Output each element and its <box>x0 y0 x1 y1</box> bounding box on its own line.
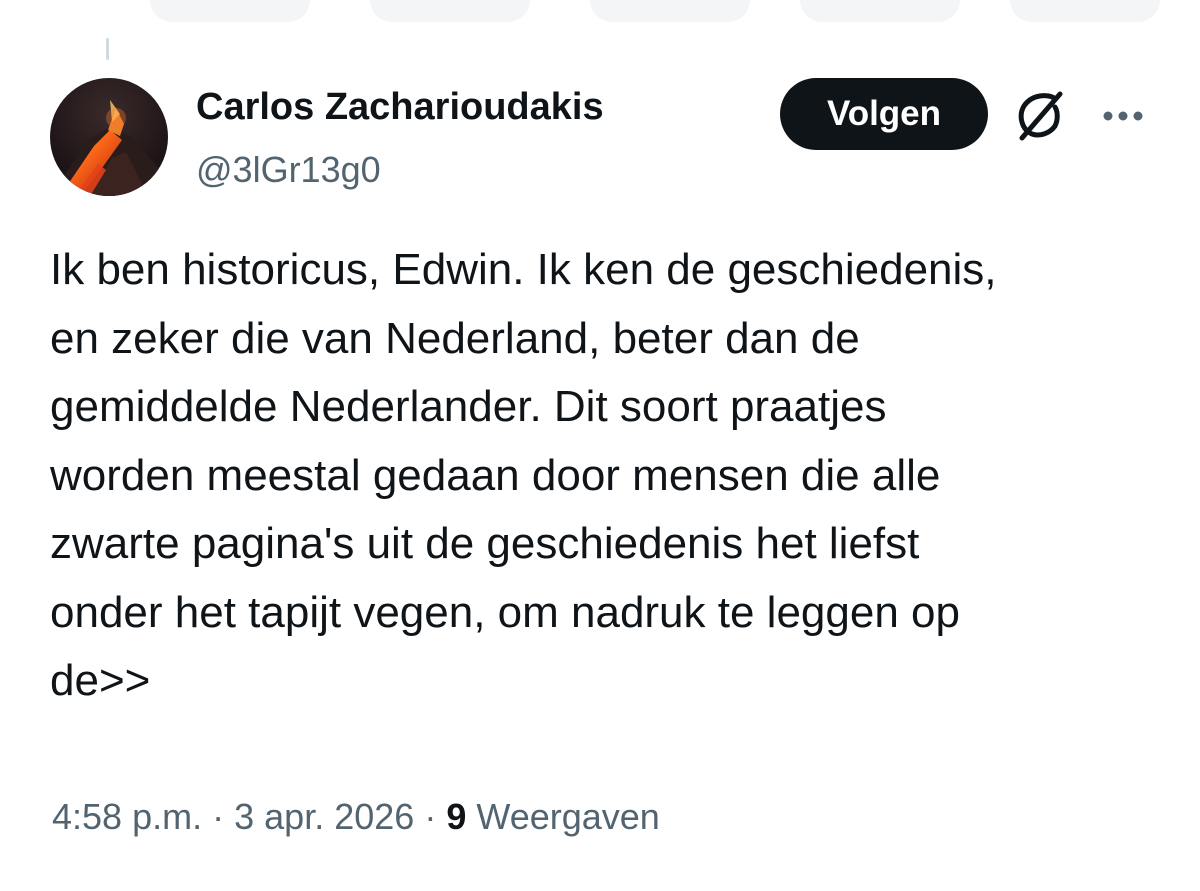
top-bar-pill <box>370 0 530 22</box>
top-bar-pill <box>590 0 750 22</box>
follow-button[interactable]: Volgen <box>780 78 988 150</box>
views-count: 9 <box>446 796 467 837</box>
grok-icon[interactable] <box>1010 86 1070 146</box>
top-bar-remnant <box>0 0 1200 40</box>
top-bar-pill <box>150 0 310 22</box>
meta-separator: · <box>212 796 225 837</box>
more-horizontal-icon[interactable] <box>1098 96 1148 136</box>
tweet-meta: 4:58 p.m. · 3 apr. 2026 · 9 Weergaven <box>52 792 660 842</box>
views-label: Weergaven <box>476 796 660 837</box>
avatar[interactable] <box>50 78 168 196</box>
thread-connector-line <box>106 38 109 60</box>
volcano-avatar-icon <box>50 78 168 196</box>
meta-separator: · <box>424 796 437 837</box>
grok-icon-graphic <box>1018 91 1063 141</box>
tweet-date[interactable]: 3 apr. 2026 <box>234 796 414 837</box>
tweet-time[interactable]: 4:58 p.m. <box>52 796 202 837</box>
user-handle[interactable]: @3lGr13g0 <box>196 148 381 192</box>
top-bar-pill <box>1010 0 1160 22</box>
top-bar-pill <box>800 0 960 22</box>
more-dots-graphic <box>1103 111 1143 121</box>
tweet-text: Ik ben historicus, Edwin. Ik ken de gesc… <box>50 245 997 705</box>
display-name[interactable]: Carlos Zacharioudakis <box>196 84 604 130</box>
